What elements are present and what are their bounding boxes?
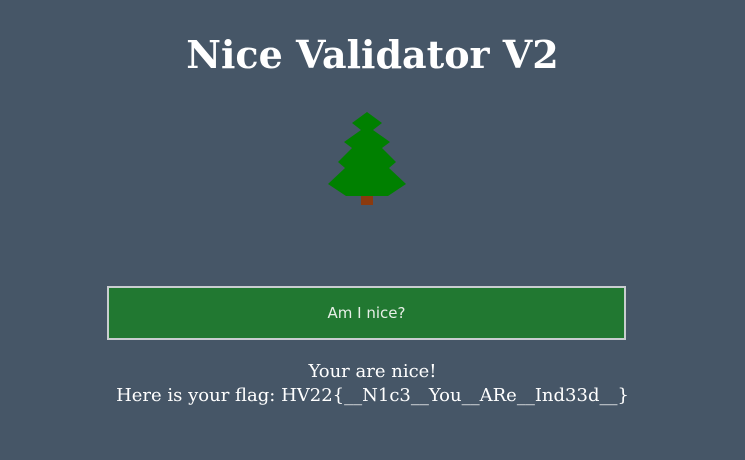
result-message: Your are nice! Here is your flag: HV22{_… (0, 360, 745, 408)
result-flag-text: Here is your flag: HV22{__N1c3__You__ARe… (116, 385, 629, 406)
page-title: Nice Validator V2 (186, 32, 559, 77)
tree-foliage (328, 112, 406, 196)
christmas-tree-icon (328, 112, 406, 205)
tree-trunk (361, 196, 373, 205)
result-nice-text: Your are nice! (308, 361, 437, 382)
am-i-nice-button[interactable]: Am I nice? (107, 286, 626, 340)
